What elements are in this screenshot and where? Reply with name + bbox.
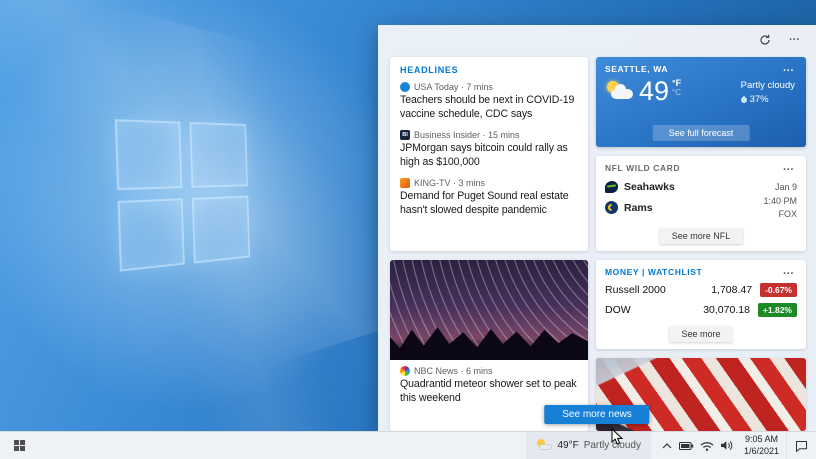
- weather-card[interactable]: SEATTLE, WA ••• 49 °F °C Partly cloudy 3…: [596, 57, 806, 147]
- taskbar-weather-button[interactable]: 49°F Partly cloudy: [526, 432, 651, 459]
- panel-more-button[interactable]: •••: [784, 30, 806, 50]
- story-source: Business Insider · 15 mins: [414, 130, 520, 141]
- windows-hero-logo: [114, 119, 254, 276]
- precipitation-icon: [739, 95, 748, 104]
- chevron-up-icon: [662, 442, 672, 448]
- story-image: [390, 260, 588, 360]
- ticker-name: Russell 2000: [605, 284, 666, 296]
- taskbar-empty-area: [40, 432, 526, 459]
- team-name: Rams: [624, 201, 653, 214]
- speaker-icon: [721, 441, 733, 450]
- start-button[interactable]: [0, 432, 40, 459]
- partly-cloudy-icon: [605, 81, 635, 103]
- logo-pane: [189, 121, 248, 188]
- rams-logo-icon: [605, 201, 618, 214]
- story-headline: JPMorgan says bitcoin could rally as hig…: [400, 142, 568, 168]
- story-headline: Quadrantid meteor shower set to peak thi…: [400, 378, 577, 404]
- more-icon: •••: [783, 167, 795, 173]
- info-cards-column: SEATTLE, WA ••• 49 °F °C Partly cloudy 3…: [596, 57, 806, 431]
- logo-pane: [114, 119, 183, 191]
- change-badge: -0.67%: [760, 283, 797, 297]
- battery-tray-button[interactable]: [677, 432, 697, 459]
- ticker-row: Russell 2000 1,708.47 -0.67%: [605, 283, 797, 297]
- nfl-card-title: NFL WILD CARD: [605, 163, 681, 173]
- story-source: NBC News · 6 mins: [414, 366, 493, 376]
- show-hidden-icons-button[interactable]: [657, 432, 677, 459]
- team-name: Seahawks: [624, 181, 675, 193]
- celsius-toggle[interactable]: °C: [672, 88, 681, 98]
- see-full-forecast-button[interactable]: See full forecast: [652, 125, 750, 141]
- story-headline: Demand for Puget Sound real estate hasn'…: [400, 190, 569, 216]
- story-headline: Teachers should be next in COVID-19 vacc…: [400, 94, 575, 120]
- news-and-interests-panel: ••• HEADLINES USA Today · 7 mins Teacher…: [378, 25, 816, 431]
- nfl-card[interactable]: NFL WILD CARD ••• Seahawks Rams Jan 9 1:…: [596, 156, 806, 251]
- story-source: USA Today · 7 mins: [414, 82, 493, 92]
- team-row: Rams: [605, 201, 675, 214]
- change-badge: +1.82%: [757, 303, 797, 317]
- team-row: Seahawks: [605, 181, 675, 193]
- panel-body: HEADLINES USA Today · 7 mins Teachers sh…: [390, 57, 806, 431]
- refresh-button[interactable]: [754, 30, 776, 50]
- wifi-icon: [700, 441, 714, 451]
- nbc-news-favicon-icon: [400, 366, 410, 376]
- taskbar-temperature: 49°F: [557, 440, 579, 451]
- taskbar-clock[interactable]: 9:05 AM 1/6/2021: [737, 432, 786, 459]
- windows-logo-icon: [14, 439, 26, 452]
- precipitation-value: 37%: [749, 94, 769, 105]
- see-more-money-button[interactable]: See more: [669, 326, 733, 342]
- news-column: HEADLINES USA Today · 7 mins Teachers sh…: [390, 57, 588, 431]
- game-time: 1:40 PM: [763, 195, 797, 206]
- game-network: FOX: [778, 209, 797, 219]
- more-icon: •••: [783, 68, 795, 74]
- ticker-value: 1,708.47: [711, 284, 753, 296]
- more-icon: •••: [783, 271, 795, 277]
- money-card-title: MONEY | WATCHLIST: [605, 267, 703, 277]
- seahawks-logo-icon: [605, 181, 618, 193]
- clock-time: 9:05 AM: [744, 433, 778, 444]
- logo-pane: [117, 198, 185, 272]
- see-more-nfl-button[interactable]: See more NFL: [659, 228, 743, 244]
- ticker-name: DOW: [605, 304, 631, 316]
- king-tv-favicon-icon: [400, 178, 410, 189]
- weather-more-button[interactable]: •••: [778, 61, 800, 81]
- tree-silhouette: [390, 327, 588, 360]
- partly-cloudy-icon: [536, 439, 553, 452]
- headlines-label: HEADLINES: [400, 65, 459, 75]
- taskbar: 49°F Partly cloudy 9:05 AM 1/6/2021: [0, 431, 816, 459]
- volume-tray-button[interactable]: [717, 432, 737, 459]
- usa-today-favicon-icon: [400, 82, 410, 92]
- news-story[interactable]: BI Business Insider · 15 mins JPMorgan s…: [400, 130, 578, 169]
- panel-header: •••: [754, 30, 806, 50]
- desktop-screen: ••• HEADLINES USA Today · 7 mins Teacher…: [0, 0, 816, 459]
- clock-date: 1/6/2021: [743, 445, 779, 456]
- story-source: KING-TV · 3 mins: [414, 178, 486, 189]
- news-story[interactable]: KING-TV · 3 mins Demand for Puget Sound …: [400, 178, 578, 217]
- refresh-icon: [760, 34, 770, 45]
- ticker-value: 30,070.18: [703, 304, 750, 316]
- action-center-button[interactable]: [786, 432, 816, 459]
- headlines-card: HEADLINES USA Today · 7 mins Teachers sh…: [390, 57, 588, 251]
- taskbar-condition: Partly cloudy: [583, 440, 641, 451]
- see-more-news-button[interactable]: See more news: [544, 405, 650, 424]
- news-story[interactable]: USA Today · 7 mins Teachers should be ne…: [400, 82, 578, 121]
- ticker-row: DOW 30,070.18 +1.82%: [605, 303, 797, 317]
- game-date: Jan 9: [774, 182, 797, 192]
- battery-icon: [679, 441, 694, 450]
- more-icon: •••: [789, 37, 801, 43]
- temperature-value: 49: [639, 76, 670, 106]
- logo-pane: [191, 195, 251, 264]
- money-watchlist-card[interactable]: MONEY | WATCHLIST ••• Russell 2000 1,708…: [596, 260, 806, 349]
- money-more-button[interactable]: •••: [778, 264, 800, 284]
- notification-icon: [796, 440, 807, 452]
- network-tray-button[interactable]: [697, 432, 717, 459]
- system-tray: [651, 432, 737, 459]
- nfl-more-button[interactable]: •••: [778, 160, 800, 180]
- business-insider-favicon-icon: BI: [400, 130, 410, 141]
- weather-condition: Partly cloudy: [740, 80, 795, 91]
- weather-location: SEATTLE, WA: [605, 64, 669, 74]
